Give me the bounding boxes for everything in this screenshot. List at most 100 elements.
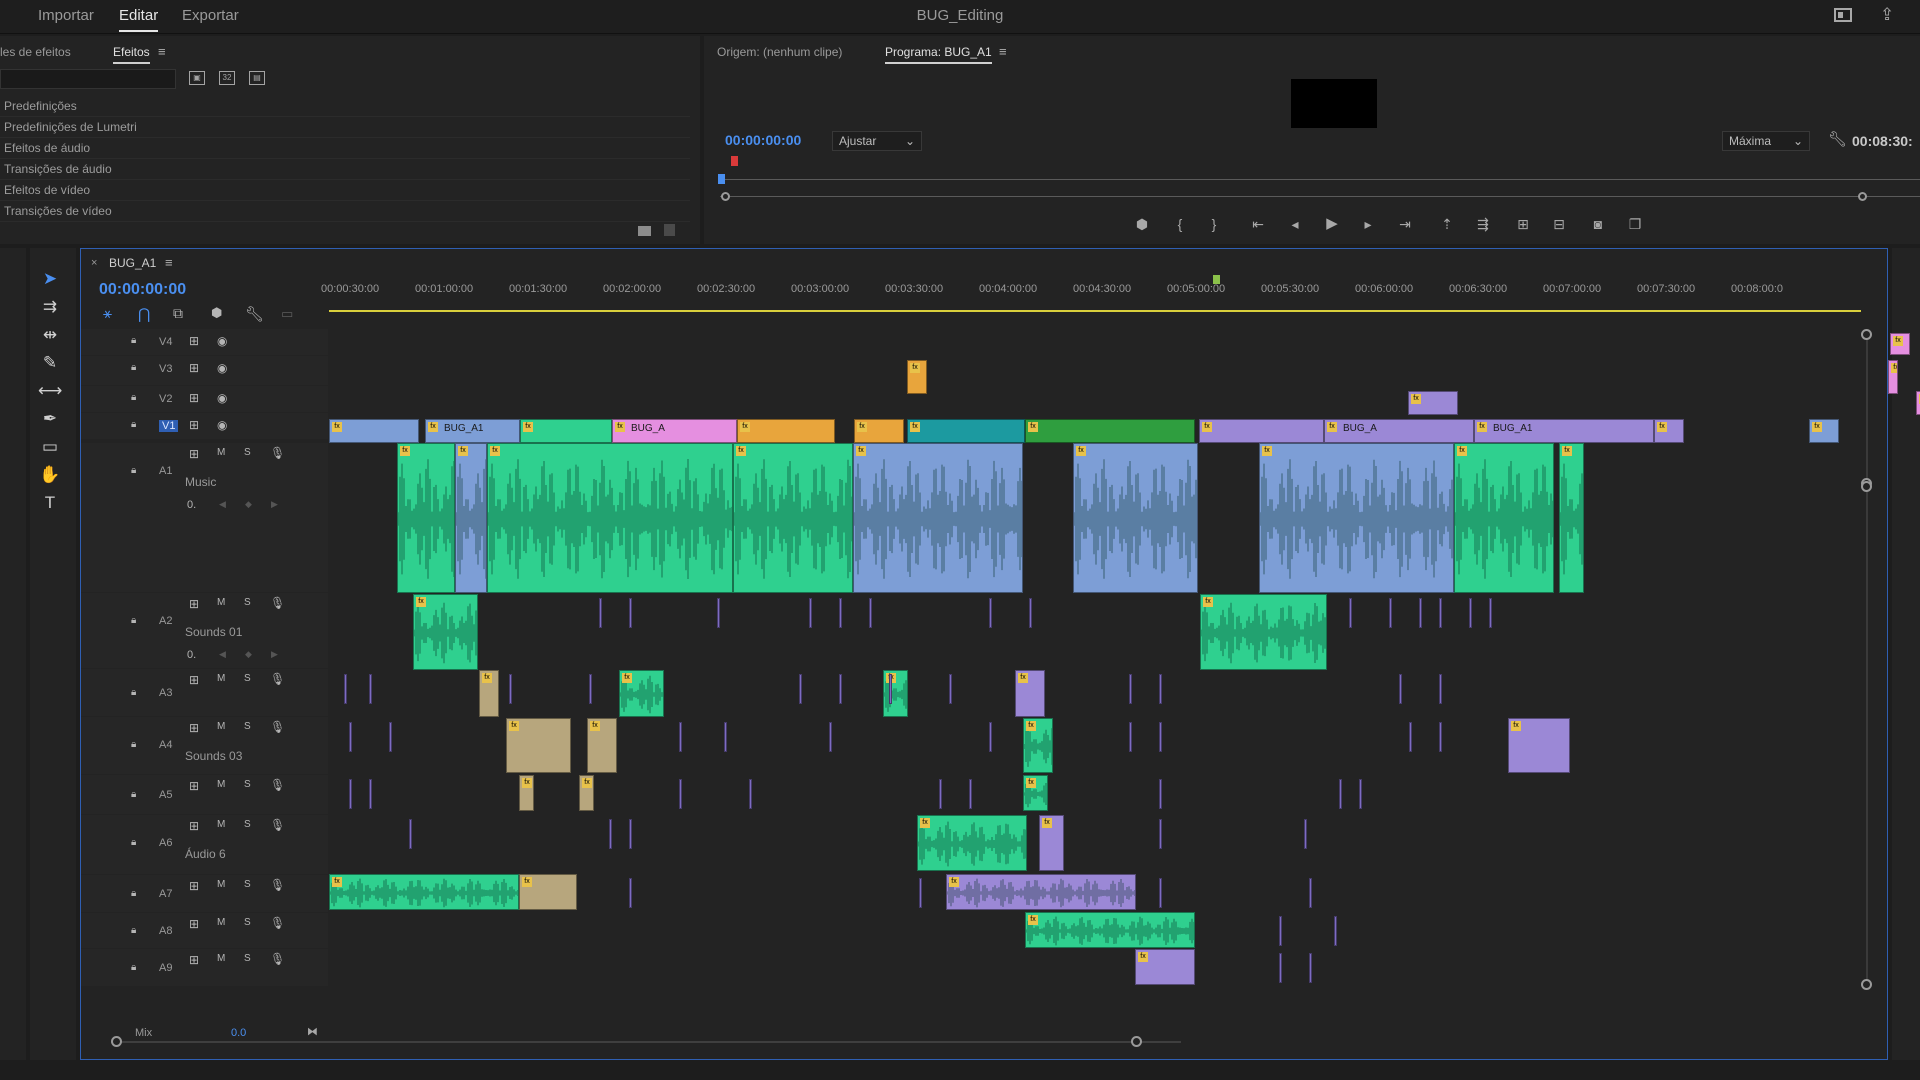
monitor-zoom-bar[interactable]: [720, 196, 1920, 197]
panel-menu-icon[interactable]: ≡: [165, 255, 173, 270]
v1-clip[interactable]: fx: [907, 419, 1025, 443]
a5-clip[interactable]: fx: [579, 775, 594, 811]
v1-clip[interactable]: BUG_A1 fx: [1474, 419, 1654, 443]
sfx-clip[interactable]: [409, 819, 412, 849]
sfx-clip[interactable]: [599, 598, 602, 628]
solo-button[interactable]: S: [244, 721, 251, 732]
a4-clip[interactable]: fx: [587, 718, 617, 773]
track-label[interactable]: A2: [159, 615, 172, 627]
track-label[interactable]: A7: [159, 888, 172, 900]
quality-dropdown[interactable]: Máxima ⌄: [1722, 131, 1810, 151]
sync-lock-icon[interactable]: ⊞: [189, 391, 199, 405]
track-label[interactable]: A8: [159, 925, 172, 937]
sfx-clip[interactable]: [349, 722, 352, 752]
v1-clip[interactable]: fx: [737, 419, 835, 443]
mute-button[interactable]: M: [217, 721, 225, 732]
microphone-icon[interactable]: 🎙︎: [270, 878, 285, 892]
sfx-clip[interactable]: [749, 779, 752, 809]
list-item[interactable]: Transições de áudio: [0, 159, 690, 180]
sfx-clip[interactable]: [919, 878, 922, 908]
a4-clip[interactable]: fx: [506, 718, 571, 773]
go-to-in-icon[interactable]: ⇤: [1249, 216, 1267, 232]
sfx-clip[interactable]: [1399, 674, 1402, 704]
sfx-clip[interactable]: [889, 674, 892, 704]
sfx-clip[interactable]: [1129, 722, 1132, 752]
wrench-icon[interactable]: 🔧︎: [245, 305, 264, 323]
solo-button[interactable]: S: [244, 953, 251, 964]
tab-effect-controls[interactable]: les de efeitos: [0, 45, 71, 59]
a1-clip[interactable]: fx: [455, 443, 487, 593]
track-label[interactable]: A5: [159, 789, 172, 801]
work-area-bar[interactable]: [329, 310, 1861, 312]
sfx-clip[interactable]: [969, 779, 972, 809]
add-marker-icon[interactable]: ⬢: [211, 305, 222, 321]
mute-button[interactable]: M: [217, 953, 225, 964]
solo-button[interactable]: S: [244, 597, 251, 608]
microphone-icon[interactable]: 🎙︎: [270, 446, 285, 460]
sfx-clip[interactable]: [1159, 819, 1162, 849]
v1-clip[interactable]: BUG_A fx: [612, 419, 737, 443]
solo-button[interactable]: S: [244, 819, 251, 830]
list-item[interactable]: Efeitos de áudio: [0, 138, 690, 159]
accelerated-effects-icon[interactable]: ▣: [189, 71, 205, 85]
v-scroll-handle[interactable]: [1861, 481, 1872, 492]
a3-clip[interactable]: fx: [619, 670, 664, 717]
mix-value[interactable]: 0.0: [231, 1027, 246, 1039]
lock-icon[interactable]: 🔒︎: [131, 615, 136, 626]
sfx-clip[interactable]: [989, 598, 992, 628]
mute-button[interactable]: M: [217, 917, 225, 928]
sequence-tab[interactable]: BUG_A1: [109, 256, 156, 270]
a2-clip[interactable]: fx: [1200, 594, 1327, 670]
sfx-clip[interactable]: [724, 722, 727, 752]
v1-clip[interactable]: fx: [520, 419, 612, 443]
sfx-clip[interactable]: [629, 598, 632, 628]
sfx-clip[interactable]: [369, 779, 372, 809]
sfx-clip[interactable]: [589, 674, 592, 704]
v1-clip[interactable]: fx: [329, 419, 419, 443]
lock-icon[interactable]: 🔒︎: [131, 925, 136, 936]
mark-out-icon[interactable]: }: [1205, 216, 1223, 232]
sfx-clip[interactable]: [1279, 916, 1282, 946]
time-ruler[interactable]: 00:00:30:00 00:01:00:00 00:01:30:00 00:02:0…: [321, 275, 1864, 319]
sfx-clip[interactable]: [1349, 598, 1352, 628]
list-item[interactable]: Predefinições: [0, 96, 690, 117]
lock-icon[interactable]: 🔒︎: [131, 837, 136, 848]
ripple-edit-tool-icon[interactable]: ⇹: [38, 323, 62, 347]
a5-clip[interactable]: fx: [1023, 775, 1048, 811]
trash-icon[interactable]: [664, 224, 675, 236]
sfx-clip[interactable]: [629, 878, 632, 908]
a7-clip[interactable]: fx: [329, 874, 519, 910]
linked-selection-icon[interactable]: ⧉: [173, 305, 183, 322]
32bit-effects-icon[interactable]: 32: [219, 71, 235, 85]
track-name[interactable]: Sounds 03: [185, 749, 242, 763]
mute-button[interactable]: M: [217, 597, 225, 608]
track-name[interactable]: Áudio 6: [185, 847, 226, 861]
mute-button[interactable]: M: [217, 447, 225, 458]
tab-program[interactable]: Programa: BUG_A1: [885, 45, 992, 64]
fit-dropdown[interactable]: Ajustar ⌄: [832, 131, 922, 151]
vertical-scrollbar[interactable]: [1866, 329, 1868, 984]
zoom-handle-right[interactable]: [1858, 192, 1867, 201]
sync-lock-icon[interactable]: ⊞: [189, 418, 199, 432]
sfx-clip[interactable]: [1279, 953, 1282, 983]
solo-button[interactable]: S: [244, 879, 251, 890]
sfx-clip[interactable]: [1469, 598, 1472, 628]
close-icon[interactable]: ×: [91, 257, 97, 269]
lock-icon[interactable]: 🔒︎: [131, 465, 136, 476]
lock-icon[interactable]: 🔒︎: [131, 419, 136, 430]
microphone-icon[interactable]: 🎙︎: [270, 596, 285, 610]
lift-icon[interactable]: ⇡: [1438, 216, 1456, 232]
go-to-end-icon[interactable]: ⧓: [307, 1025, 318, 1038]
v2-clip[interactable]: fx: [1408, 391, 1458, 415]
a3-clip[interactable]: fx: [1015, 670, 1045, 717]
panel-layout-icon[interactable]: [1834, 8, 1852, 22]
next-keyframe-icon[interactable]: ▶: [271, 499, 278, 510]
keyframe-icon[interactable]: ◆: [245, 649, 252, 660]
a1-clip[interactable]: fx: [1454, 443, 1554, 593]
track-label[interactable]: V2: [159, 393, 172, 405]
keyframe-icon[interactable]: ◆: [245, 499, 252, 510]
track-label[interactable]: A3: [159, 687, 172, 699]
sfx-clip[interactable]: [1409, 722, 1412, 752]
eye-icon[interactable]: ◉: [217, 418, 227, 432]
snap-icon[interactable]: ⋂: [138, 305, 150, 323]
